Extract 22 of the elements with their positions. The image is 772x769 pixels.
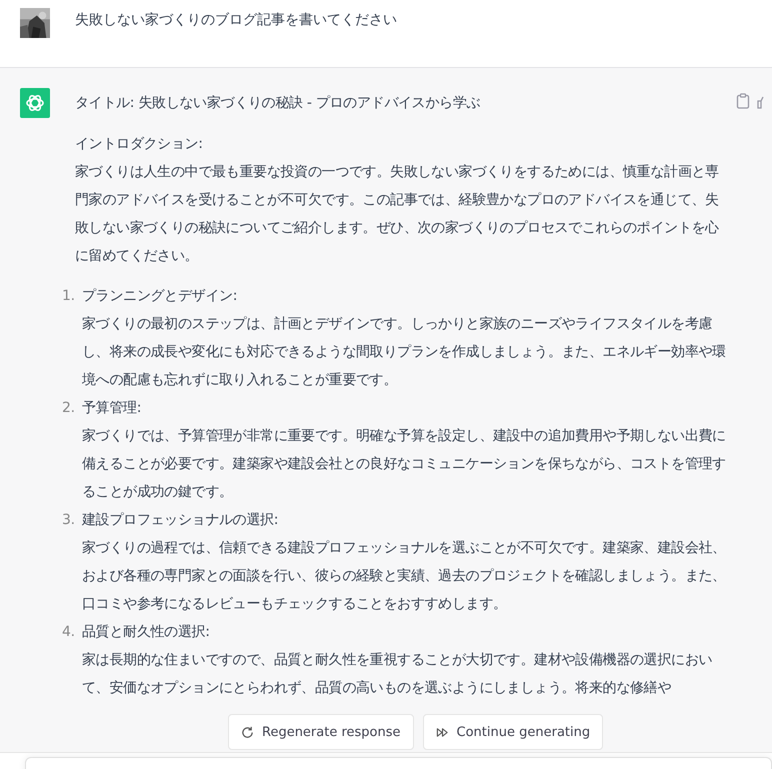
list-number: 1. [62,287,76,306]
list-paragraph: 家づくりの過程では、信頼できる建設プロフェッショナルを選ぶことが不可欠です。建築家、建設会社、および各種の専門家との面談を行い、彼らの経験と実績、過去のプロジェクトを確認しましょう。また、口コミや参考になるレビューもチェックすることをおすすめします。 [82,539,727,614]
list-heading: 品質と耐久性の選択: [82,623,211,642]
user-message: 失敗しない家づくりのブログ記事を書いてください [75,11,397,29]
response-title: タイトル: 失敗しない家づくりの秘訣 - プロのアドバイスから学ぶ [75,94,482,113]
list-heading: プランニングとデザイン: [82,287,238,306]
assistant-logo-icon [20,88,50,118]
list-heading: 建設プロフェッショナルの選択: [82,511,280,530]
intro-paragraph: 家づくりは人生の中で最も重要な投資の一つです。失敗しない家づくりをするためには、慎重な計画と専門家のアドバイスを受けることが不可欠です。この記事では、経験豊かなプロのアドバイスを通じて、失敗しない家づくりの秘訣についてご紹介します。ぜひ、次の家づくりのプロセスでこれらのポイントを心に留めてください。 [75,163,720,266]
list-paragraph: 家は長期的な住まいですので、品質と耐久性を重視することが大切です。建材や設備機器の選択において、安価なオプションにとらわれず、品質の高いものを選ぶようにしましょう。将来的な修繕や [82,651,714,698]
list-number: 3. [62,511,76,530]
regenerate-button[interactable]: Regenerate response [228,714,414,750]
refresh-icon [241,726,254,738]
continue-button[interactable]: Continue generating [422,714,604,750]
clipboard-icon[interactable] [736,93,750,109]
intro-heading: イントロダクション: [75,135,204,154]
list-paragraph: 家づくりの最初のステップは、計画とデザインです。しっかりと家族のニーズやライフスタイルを考慮し、将来の成長や変化にも対応できるような間取りプランを作成しましょう。また、エネルギー効率や環境への配慮も忘れずに取り入れることが重要です。 [82,315,727,390]
list-paragraph: 家づくりでは、予算管理が非常に重要です。明確な予算を設定し、建設中の追加費用や予期しない出費に備えることが必要です。建築家や建設会社との良好なコミュニケーションを保ちながら、コストを管理することが成功の鍵です。 [82,427,727,502]
list-heading: 予算管理: [82,399,142,418]
list-number: 2. [62,399,76,418]
fast-forward-icon [436,726,449,738]
list-number: 4. [62,623,76,642]
